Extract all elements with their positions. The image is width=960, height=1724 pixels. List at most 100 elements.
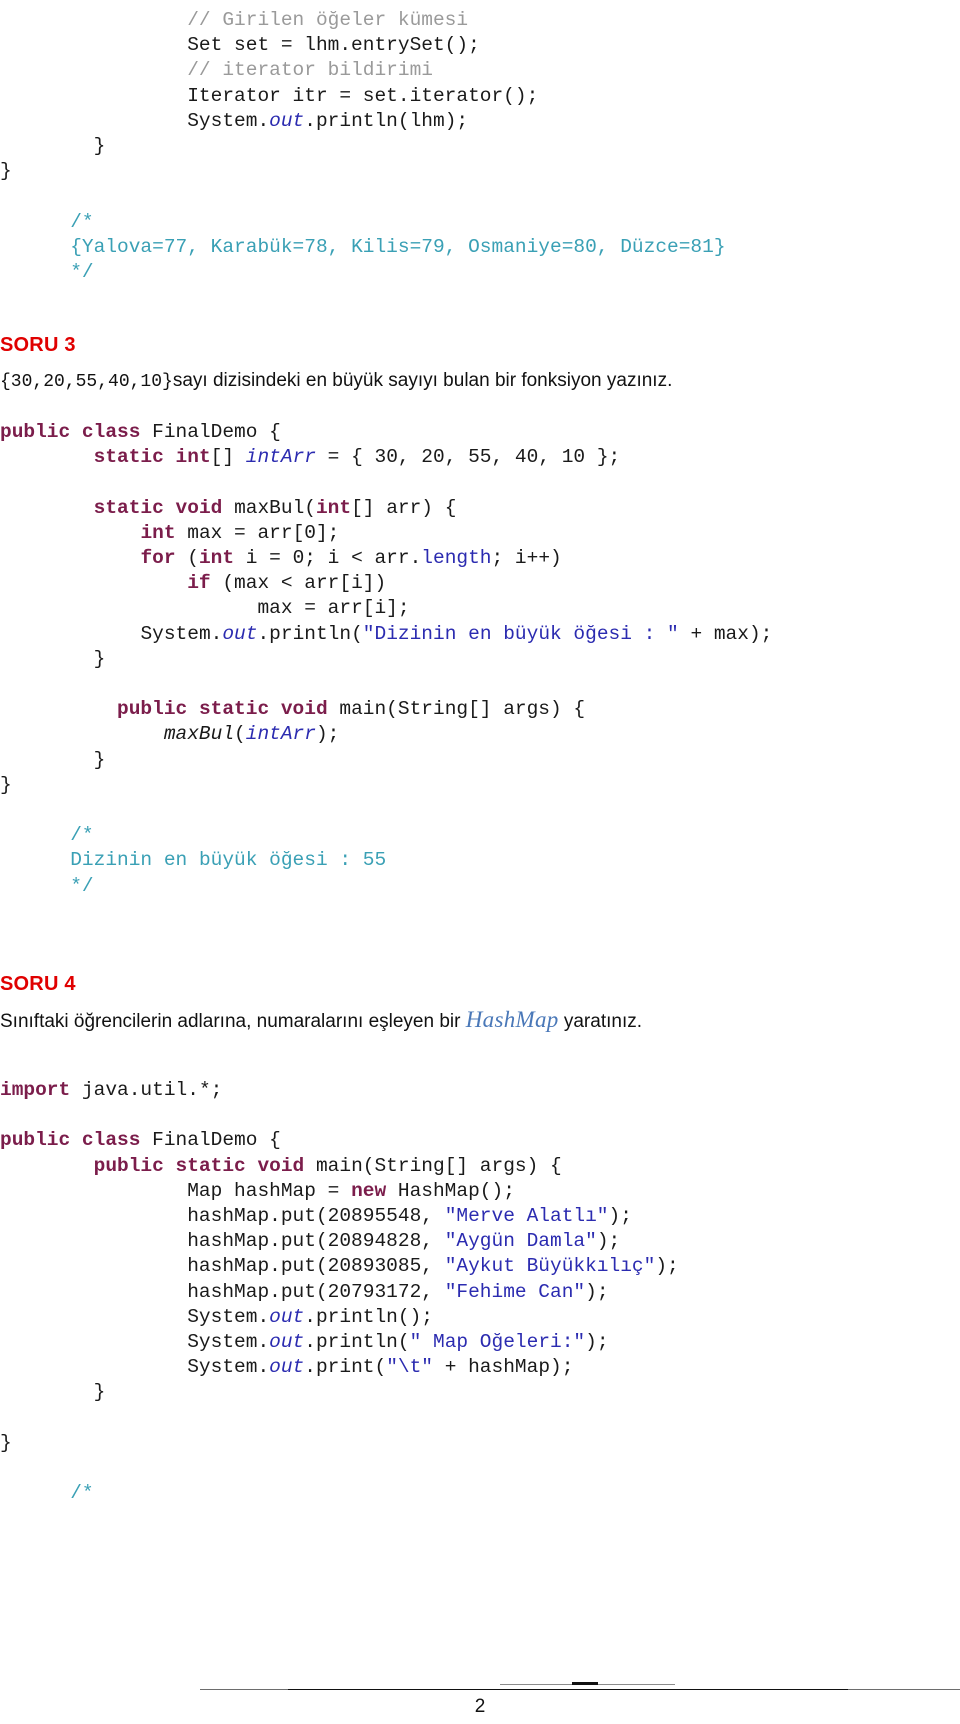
code-token: int <box>140 521 176 544</box>
prompt-soru4-keyword: HashMap <box>465 1007 559 1032</box>
code-token: out <box>269 109 305 132</box>
code-token: out <box>269 1305 305 1328</box>
code-token: hashMap.put(20893085, <box>187 1255 445 1278</box>
code-token: ( <box>187 547 199 569</box>
soru3-code-line: maxBul(intArr); <box>0 722 960 747</box>
code-token: "Fehime Can" <box>444 1280 586 1303</box>
code-token: } <box>0 773 12 796</box>
code-token: Iterator itr = set.iterator(); <box>187 84 539 107</box>
code-token: out <box>222 622 258 645</box>
soru4-code-line: hashMap.put(20895548, "Merve Alatlı"); <box>0 1204 960 1229</box>
soru3-code-line: for (int i = 0; i < arr.length; i++) <box>0 546 960 571</box>
code-token: System. <box>140 622 223 645</box>
soru3-code-line: Dizinin en büyük öğesi : 55 <box>0 848 960 873</box>
soru4-code-line: } <box>0 1431 960 1456</box>
top-code-line: System.out.println(lhm); <box>0 109 960 134</box>
code-token: i = 0; i < arr. <box>234 547 422 569</box>
code-token: length <box>421 547 492 569</box>
code-token: " Map Oğeleri:" <box>409 1331 586 1354</box>
code-token: /* <box>70 1482 94 1505</box>
soru3-code-line: } <box>0 748 960 773</box>
code-token: System. <box>187 1356 270 1379</box>
soru4-code-line: /* <box>0 1481 960 1506</box>
code-token: ); <box>655 1255 679 1278</box>
footer-separator <box>200 1682 960 1691</box>
code-token: .println(lhm); <box>304 109 469 132</box>
code-token: } <box>93 1381 106 1404</box>
code-token: /* <box>70 210 94 233</box>
soru3-code-line: */ <box>0 874 960 899</box>
code-token: Map hashMap = <box>187 1179 352 1202</box>
soru4-code-line: hashMap.put(20793172, "Fehime Can"); <box>0 1280 960 1305</box>
soru4-code-line: import java.util.*; <box>0 1078 960 1103</box>
soru4-code-line <box>0 1406 960 1431</box>
code-token: ( <box>234 723 246 746</box>
code-token: maxBul <box>163 723 235 746</box>
soru3-code-line: static void maxBul(int[] arr) { <box>0 496 960 521</box>
prompt-array-literal: {30,20,55,40,10} <box>0 372 173 392</box>
soru3-code-line: /* <box>0 823 960 848</box>
code-token: out <box>269 1356 305 1379</box>
code-block-soru2-tail: // Girilen öğeler kümesi Set set = lhm.e… <box>0 8 960 285</box>
prompt-soru4-after: yaratınız. <box>558 1011 642 1032</box>
code-token: System. <box>187 1331 270 1354</box>
soru3-code-line <box>0 470 960 495</box>
code-token: java.util.*; <box>81 1079 223 1101</box>
code-token: public class <box>0 1129 153 1152</box>
code-token: Set set = lhm.entrySet(); <box>187 34 480 57</box>
code-token: } <box>93 135 106 158</box>
code-token: static void <box>93 496 235 519</box>
code-token: new <box>351 1179 387 1202</box>
soru3-code-line: static int[] intArr = { 30, 20, 55, 40, … <box>0 445 960 470</box>
top-code-line: */ <box>0 260 960 285</box>
code-token: hashMap.put(20793172, <box>187 1280 445 1303</box>
code-token: .println(); <box>304 1305 433 1328</box>
code-block-soru-4: import java.util.*; public class FinalDem… <box>0 1078 960 1506</box>
code-token: "Dizinin en büyük öğesi : " <box>362 622 679 645</box>
footer-rule-dark <box>288 1689 848 1691</box>
code-token: main(String[] args) { <box>315 1154 562 1177</box>
code-token: } <box>93 647 106 670</box>
code-token: } <box>0 1431 12 1454</box>
soru4-code-line <box>0 1456 960 1481</box>
code-token: Dizinin en büyük öğesi : 55 <box>70 849 387 872</box>
code-token: public static void <box>117 698 340 721</box>
code-token: // iterator bildirimi <box>187 59 433 82</box>
code-token: {Yalova=77, Karabük=78, Kilis=79, Osmani… <box>70 235 726 258</box>
soru3-code-line: max = arr[i]; <box>0 596 960 621</box>
code-token: max = arr[i]; <box>257 597 410 620</box>
code-token: // Girilen öğeler kümesi <box>187 9 469 31</box>
code-token: "Aygün Damla" <box>444 1230 597 1253</box>
code-token: .println( <box>304 1331 410 1354</box>
footer-rule-tick <box>572 1682 598 1685</box>
soru4-code-line: hashMap.put(20894828, "Aygün Damla"); <box>0 1229 960 1254</box>
code-token: intArr <box>245 723 316 746</box>
soru4-code-line: System.out.println(); <box>0 1305 960 1330</box>
code-token: [] arr) { <box>351 496 457 519</box>
soru4-code-line: public class FinalDemo { <box>0 1128 960 1153</box>
prompt-soru-4: Sınıftaki öğrencilerin adlarına, numaral… <box>0 1007 945 1035</box>
code-token: = { 30, 20, 55, 40, 10 }; <box>315 446 621 469</box>
code-token: hashMap.put(20894828, <box>187 1230 445 1253</box>
code-token: */ <box>70 874 94 897</box>
code-token: .println( <box>257 622 363 645</box>
code-token: import <box>0 1079 82 1101</box>
soru4-code-line: Map hashMap = new HashMap(); <box>0 1179 960 1204</box>
